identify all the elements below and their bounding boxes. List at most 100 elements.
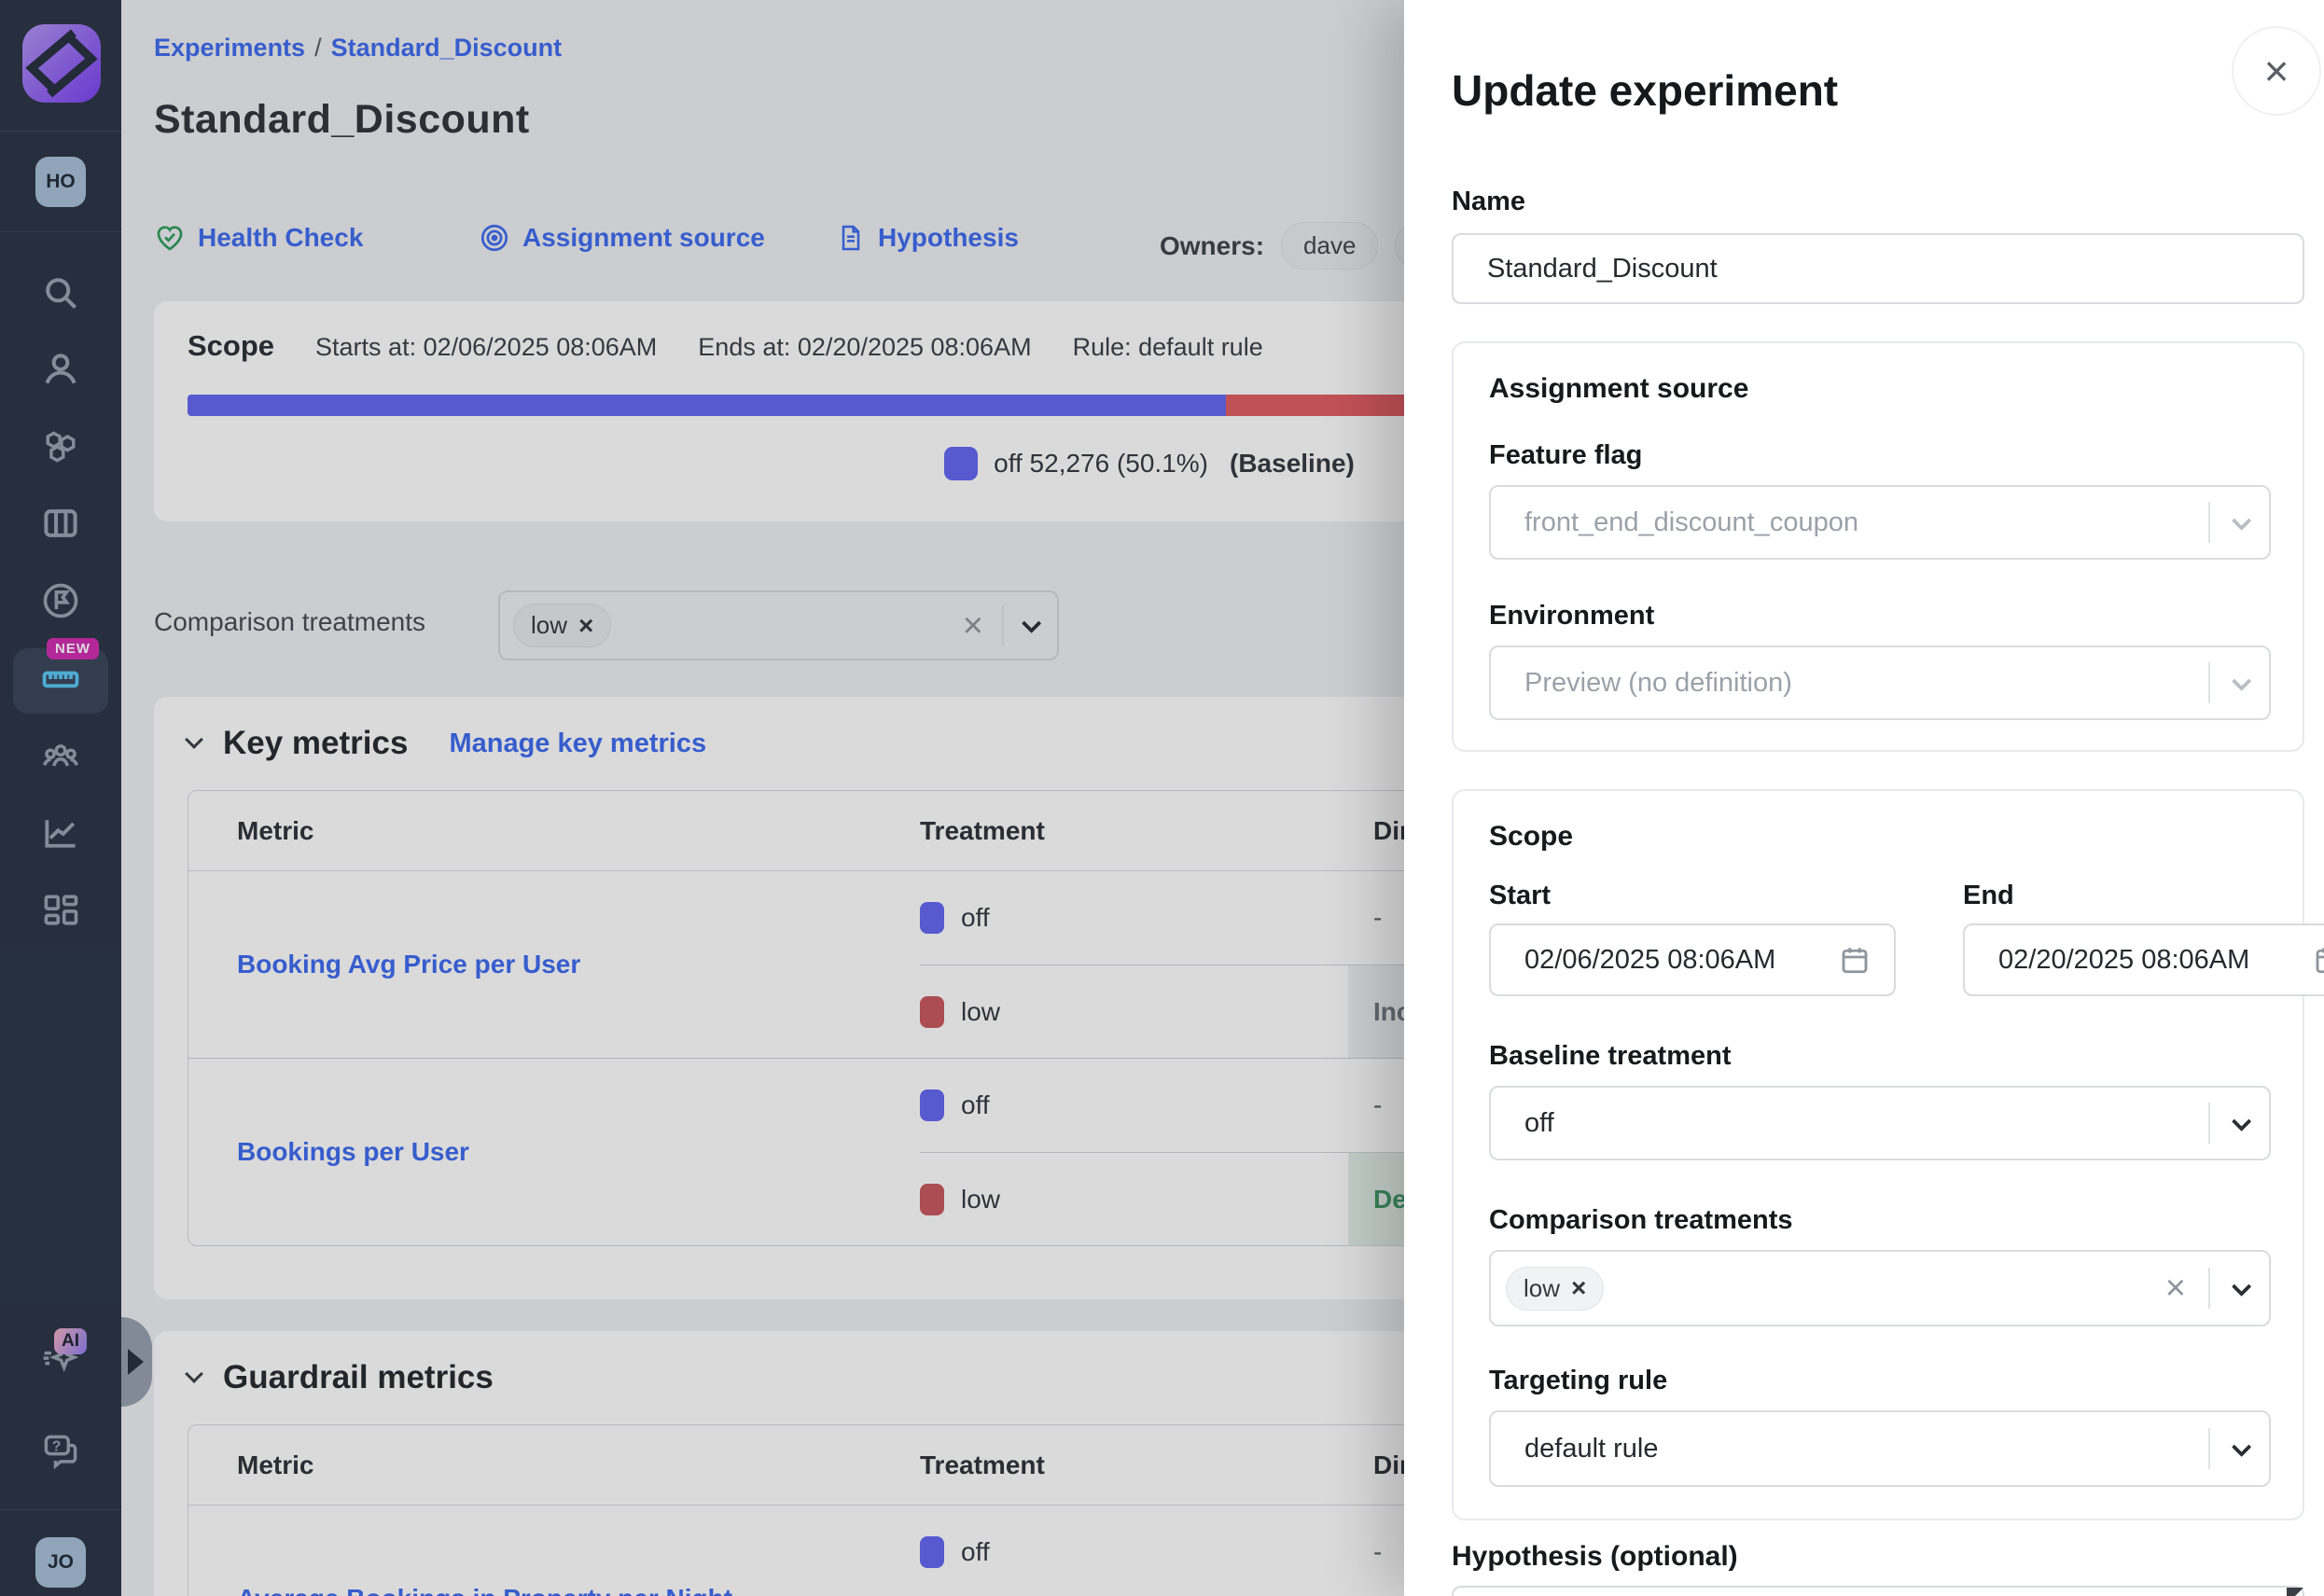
chevron-down-icon (2232, 671, 2251, 690)
sidebar-divider (0, 1509, 121, 1510)
page-title: Standard_Discount (154, 97, 530, 143)
chevron-down-icon (2232, 510, 2251, 530)
segments-hexagons-icon[interactable] (40, 426, 81, 467)
owner-chip[interactable]: dave (1281, 222, 1378, 270)
targeting-rule-select[interactable]: default rule (1489, 1410, 2271, 1487)
update-experiment-drawer: × Update experiment Name Standard_Discou… (1404, 0, 2324, 1596)
breadcrumb-experiments[interactable]: Experiments (154, 34, 305, 62)
help-chat-icon[interactable]: ? (40, 1430, 81, 1471)
audiences-people-icon[interactable] (40, 736, 81, 777)
start-datetime-input[interactable]: 02/06/2025 08:06AM (1489, 923, 1896, 996)
owners-label: Owners: (1160, 231, 1264, 261)
new-badge: NEW (47, 638, 99, 659)
workspace-avatar[interactable]: HO (35, 157, 86, 207)
start-label: Start (1489, 881, 1551, 911)
comparison-treatments-label: Comparison treatments (1489, 1205, 1793, 1236)
targeting-rule-value: default rule (1524, 1434, 1659, 1464)
metric-link[interactable]: Bookings per User (237, 1137, 469, 1167)
assignment-source-label: Assignment source (522, 223, 765, 253)
resize-handle-icon[interactable] (2287, 1588, 2303, 1596)
environment-label: Environment (1489, 601, 1654, 631)
hypothesis-label: Hypothesis (878, 223, 1019, 253)
hypothesis-link[interactable]: Hypothesis (836, 222, 1019, 254)
metric-link[interactable]: Average Bookings in Property per Night (237, 1584, 732, 1596)
chip-remove-icon[interactable]: × (578, 613, 593, 639)
name-input[interactable]: Standard_Discount (1452, 233, 2304, 304)
select-divider (2208, 1268, 2210, 1309)
treatment-off-swatch (920, 1089, 944, 1121)
hypothesis-label: Hypothesis (optional) (1452, 1541, 1738, 1573)
feature-flag-select[interactable]: front_end_discount_coupon (1489, 485, 2271, 560)
breadcrumb-current[interactable]: Standard_Discount (331, 34, 563, 62)
metric-link[interactable]: Booking Avg Price per User (237, 950, 580, 979)
select-divider (2208, 502, 2210, 543)
name-label: Name (1452, 187, 1525, 217)
analytics-chart-icon[interactable] (40, 812, 81, 854)
assignment-source-card: Assignment source Feature flag front_end… (1452, 341, 2304, 752)
chevron-down-icon (2232, 1436, 2251, 1456)
app-logo[interactable] (19, 21, 104, 106)
breadcrumb: Experiments/Standard_Discount (154, 34, 562, 62)
environment-value: Preview (no definition) (1524, 668, 1792, 699)
breadcrumb-separator: / (305, 34, 331, 62)
svg-text:?: ? (52, 1439, 62, 1455)
scope-title: Scope (188, 329, 274, 363)
col-treatment: Treatment (920, 816, 1348, 846)
treatment-off-swatch (920, 1536, 944, 1568)
chevron-down-icon[interactable] (1022, 614, 1041, 633)
legend-off-swatch (944, 447, 978, 480)
feature-flag-icon[interactable] (40, 580, 81, 621)
sidebar-divider (0, 231, 121, 232)
ruler-experiments-icon[interactable] (40, 659, 81, 700)
close-icon: × (2264, 46, 2289, 96)
end-value: 02/20/2025 08:06AM (1998, 945, 2249, 976)
treatment-low-swatch (920, 996, 944, 1028)
heart-check-icon (154, 222, 186, 254)
scope-rule: Rule: default rule (1073, 333, 1263, 362)
col-treatment: Treatment (920, 1450, 1348, 1480)
user-icon[interactable] (40, 349, 81, 390)
name-value: Standard_Discount (1487, 254, 1718, 285)
user-avatar[interactable]: JO (35, 1537, 86, 1588)
hypothesis-textarea[interactable] (1452, 1586, 2304, 1596)
select-divider (2208, 1428, 2210, 1469)
assignment-source-link[interactable]: Assignment source (479, 222, 765, 254)
columns-icon[interactable] (40, 503, 81, 544)
dashboard-grid-icon[interactable] (40, 890, 81, 931)
calendar-icon[interactable] (2312, 943, 2324, 977)
sidebar-expand-handle[interactable] (121, 1317, 152, 1407)
bullseye-icon (479, 222, 510, 254)
assignment-source-heading: Assignment source (1489, 373, 1748, 405)
select-divider (2208, 662, 2210, 703)
chevron-down-icon (2232, 1111, 2251, 1131)
feature-flag-label: Feature flag (1489, 440, 1642, 471)
treatment-chip-low[interactable]: low× (1506, 1267, 1604, 1311)
health-check-link[interactable]: Health Check (154, 222, 363, 254)
treatment-chip-low[interactable]: low× (513, 604, 611, 647)
end-label: End (1963, 881, 2014, 911)
comparison-treatments-select[interactable]: low× × (1489, 1250, 2271, 1326)
chip-remove-icon[interactable]: × (1571, 1275, 1586, 1301)
collapse-caret-icon[interactable] (185, 1365, 203, 1383)
clear-selection-icon[interactable]: × (963, 608, 983, 644)
sidebar-divider (0, 131, 121, 132)
treatment-low-swatch (920, 1184, 944, 1215)
feature-flag-value: front_end_discount_coupon (1524, 507, 1858, 538)
col-metric: Metric (188, 816, 920, 846)
calendar-icon[interactable] (1838, 943, 1872, 977)
baseline-treatment-value: off (1524, 1108, 1554, 1139)
key-metrics-title: Key metrics (223, 725, 408, 762)
drawer-title: Update experiment (1452, 65, 1838, 116)
close-button[interactable]: × (2232, 26, 2321, 116)
guardrail-metrics-title: Guardrail metrics (223, 1359, 494, 1396)
clear-selection-icon[interactable]: × (2165, 1270, 2186, 1306)
sidebar: HO NEW (0, 0, 121, 1596)
comparison-treatments-select[interactable]: low× × (498, 590, 1059, 660)
allocation-off-segment (188, 395, 1226, 416)
collapse-caret-icon[interactable] (185, 730, 203, 749)
baseline-treatment-select[interactable]: off (1489, 1086, 2271, 1160)
end-datetime-input[interactable]: 02/20/2025 08:06AM (1963, 923, 2324, 996)
environment-select[interactable]: Preview (no definition) (1489, 645, 2271, 720)
manage-key-metrics-link[interactable]: Manage key metrics (449, 729, 706, 759)
search-icon[interactable] (40, 272, 81, 313)
